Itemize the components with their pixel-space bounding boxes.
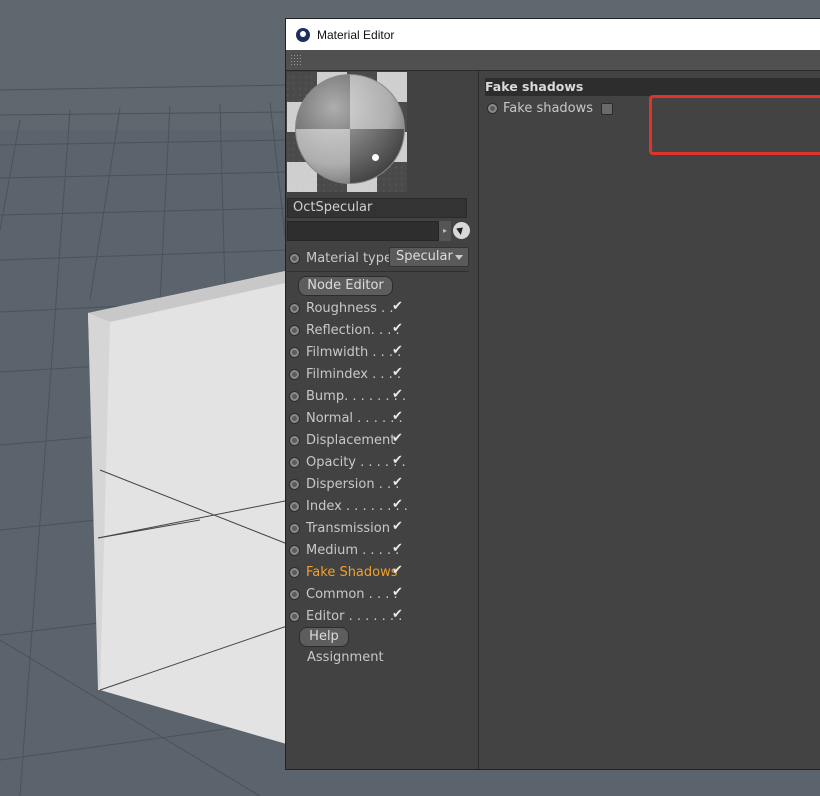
channel-item[interactable]: Normal . . . . . . ✔ <box>289 407 479 429</box>
channel-animate-radio[interactable] <box>289 368 300 380</box>
pick-arrow-icon[interactable] <box>453 222 470 239</box>
checkmark-icon[interactable]: ✔ <box>392 564 406 578</box>
channel-item[interactable]: Roughness . . ✔ <box>289 297 479 319</box>
help-button[interactable]: Help <box>299 627 349 647</box>
material-name-field[interactable]: OctSpecular <box>287 198 467 218</box>
channel-label: Dispersion . . . <box>306 476 400 492</box>
checkmark-icon[interactable]: ✔ <box>392 432 406 446</box>
channel-item[interactable]: Common . . . . ✔ <box>289 583 479 605</box>
channel-animate-radio[interactable] <box>289 456 300 468</box>
checkmark-icon[interactable]: ✔ <box>392 322 406 336</box>
section-header: Fake shadows <box>485 78 820 96</box>
specular-highlight <box>372 154 379 161</box>
grip-icon[interactable] <box>290 54 302 66</box>
channel-label: Opacity . . . . . . <box>306 454 406 470</box>
channel-item[interactable]: Transmission ✔ <box>289 517 479 539</box>
channel-item[interactable]: Index . . . . . . . . ✔ <box>289 495 479 517</box>
channel-item[interactable]: Bump. . . . . . . . ✔ <box>289 385 479 407</box>
channel-item[interactable]: Dispersion . . . ✔ <box>289 473 479 495</box>
fake-shadows-label: Fake shadows <box>503 101 594 116</box>
channel-animate-radio[interactable] <box>289 390 300 402</box>
channel-item[interactable]: Reflection. . . . ✔ <box>289 319 479 341</box>
highlight-annotation-box <box>649 95 820 155</box>
link-field[interactable] <box>287 221 439 241</box>
checkmark-icon[interactable]: ✔ <box>392 498 406 512</box>
channel-animate-radio[interactable] <box>289 434 300 446</box>
checkmark-icon[interactable]: ✔ <box>392 520 406 534</box>
window-title: Material Editor <box>317 27 395 42</box>
material-type-label: Material type <box>306 250 392 266</box>
fake-shadows-row: Fake shadows <box>487 101 614 116</box>
preview-sphere <box>295 74 405 184</box>
channel-item[interactable]: Opacity . . . . . . ✔ <box>289 451 479 473</box>
menu-bar <box>286 50 820 71</box>
checkmark-icon[interactable]: ✔ <box>392 300 406 314</box>
checkmark-icon[interactable]: ✔ <box>392 542 406 556</box>
checkmark-icon[interactable]: ✔ <box>392 476 406 490</box>
material-type-value: Specular <box>396 249 453 264</box>
assignment-tab[interactable]: Assignment <box>307 650 384 665</box>
channel-label: Displacement <box>306 432 396 448</box>
channel-label: Filmwidth . . . . <box>306 344 402 360</box>
chevron-down-icon <box>455 255 463 260</box>
channel-animate-radio[interactable] <box>289 346 300 358</box>
channel-item[interactable]: Filmindex . . . . ✔ <box>289 363 479 385</box>
checkmark-icon[interactable]: ✔ <box>392 344 406 358</box>
channel-animate-radio[interactable] <box>289 544 300 556</box>
checkmark-icon[interactable]: ✔ <box>392 410 406 424</box>
channel-item[interactable]: Medium . . . . . ✔ <box>289 539 479 561</box>
channel-animate-radio[interactable] <box>289 588 300 600</box>
channel-animate-radio[interactable] <box>289 500 300 512</box>
channel-label: Medium . . . . . <box>306 542 400 558</box>
channel-label: Reflection. . . . <box>306 322 400 338</box>
checkmark-icon[interactable]: ✔ <box>392 454 406 468</box>
material-type-dropdown[interactable]: Specular <box>389 247 469 267</box>
fake-shadows-animate-radio[interactable] <box>487 103 498 114</box>
channel-item[interactable]: Editor . . . . . . . ✔ <box>289 605 479 627</box>
channel-item[interactable]: Displacement ✔ <box>289 429 479 451</box>
channel-item[interactable]: Fake Shadows ✔ <box>289 561 479 583</box>
node-editor-button[interactable]: Node Editor <box>298 276 393 296</box>
title-bar[interactable]: Material Editor <box>286 19 820 50</box>
channel-animate-radio[interactable] <box>289 302 300 314</box>
channel-animate-radio[interactable] <box>289 478 300 490</box>
fake-shadows-checkbox[interactable] <box>601 102 614 115</box>
channel-animate-radio[interactable] <box>289 412 300 424</box>
cinema4d-logo-icon <box>296 27 310 42</box>
channel-label: Editor . . . . . . . <box>306 608 403 624</box>
material-preview[interactable] <box>287 72 407 192</box>
material-editor-window: Material Editor OctSpecular ▸ Material t… <box>285 18 820 770</box>
material-type-row: Material type <box>289 248 392 268</box>
channel-label: Transmission <box>306 520 390 536</box>
channel-label: Roughness . . <box>306 300 394 316</box>
channel-animate-radio[interactable] <box>289 522 300 534</box>
checkmark-icon[interactable]: ✔ <box>392 366 406 380</box>
channel-item[interactable]: Filmwidth . . . . ✔ <box>289 341 479 363</box>
channel-animate-radio[interactable] <box>289 324 300 336</box>
divider <box>287 271 469 272</box>
checkmark-icon[interactable]: ✔ <box>392 388 406 402</box>
attributes-pane: Fake shadows Fake shadows <box>479 71 820 769</box>
channel-label: Fake Shadows <box>306 564 398 580</box>
channel-label: Filmindex . . . . <box>306 366 402 382</box>
checkmark-icon[interactable]: ✔ <box>392 608 406 622</box>
material-type-animate-radio[interactable] <box>289 252 300 264</box>
channel-label: Normal . . . . . . <box>306 410 403 426</box>
channel-animate-radio[interactable] <box>289 610 300 622</box>
channel-animate-radio[interactable] <box>289 566 300 578</box>
link-arrow-button[interactable]: ▸ <box>439 221 451 241</box>
channel-label: Common . . . . <box>306 586 398 602</box>
checkmark-icon[interactable]: ✔ <box>392 586 406 600</box>
channel-pane: OctSpecular ▸ Material type Specular Nod… <box>286 71 479 769</box>
channel-list: Roughness . . ✔ Reflection. . . . ✔ Filmwidt… <box>289 297 479 627</box>
